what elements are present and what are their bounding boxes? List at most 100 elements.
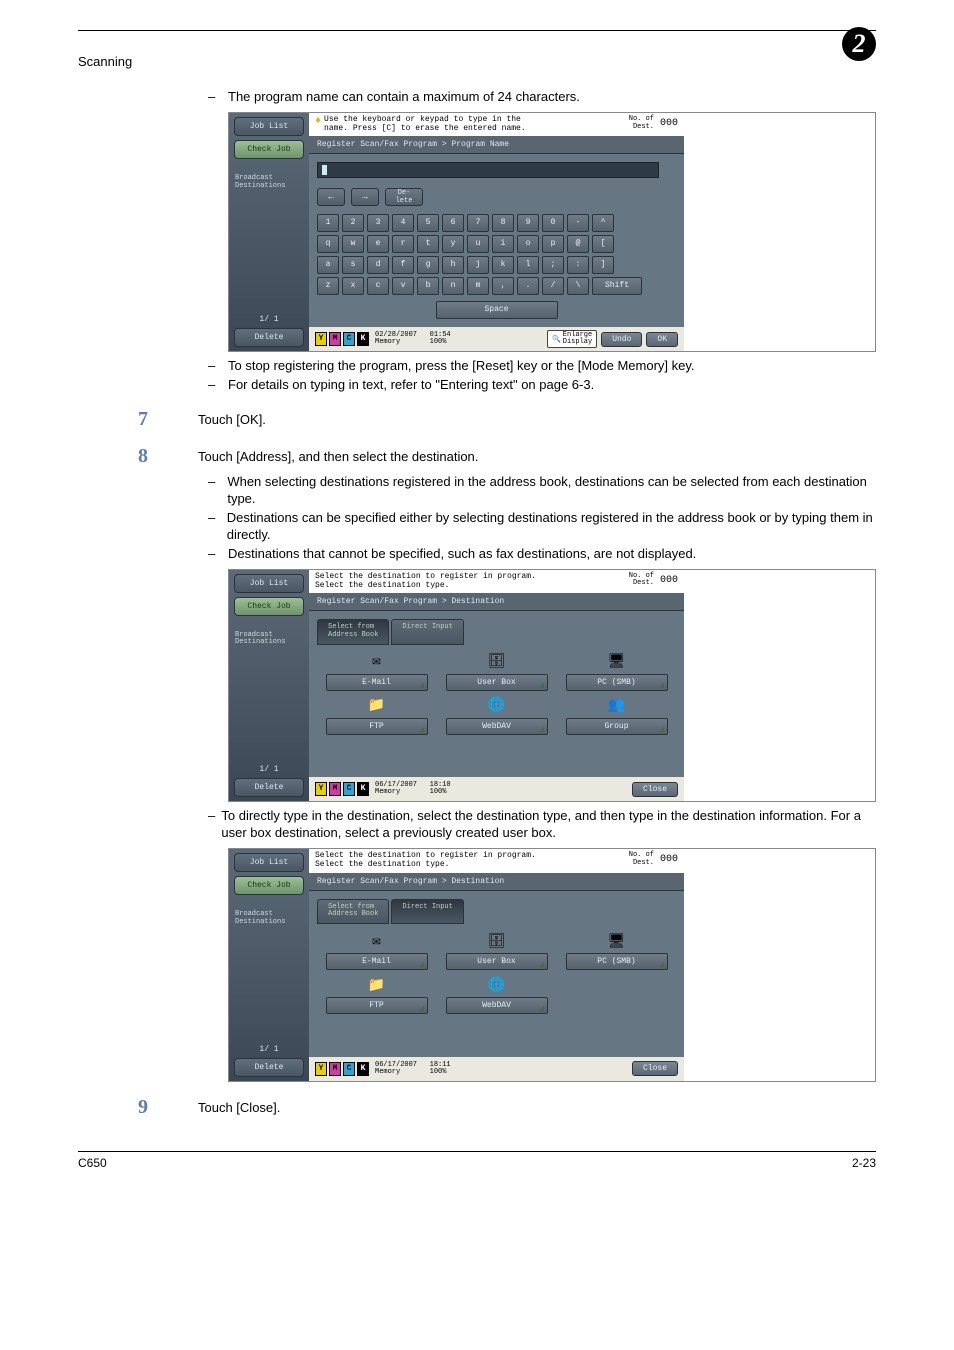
tab-direct-input[interactable]: Direct Input (391, 899, 463, 924)
hint-text: Select the destination to register in pr… (315, 573, 536, 591)
close-button[interactable]: Close (632, 1061, 678, 1076)
key-b[interactable]: b (417, 277, 439, 295)
toner-k-icon: K (357, 332, 369, 346)
key-o[interactable]: o (517, 235, 539, 253)
key-a[interactable]: a (317, 256, 339, 274)
note-item: –To stop registering the program, press … (208, 358, 876, 375)
key-j[interactable]: j (467, 256, 489, 274)
key-,[interactable]: , (492, 277, 514, 295)
key-:[interactable]: : (567, 256, 589, 274)
key-h[interactable]: h (442, 256, 464, 274)
dest-e-mail[interactable]: ✉E-Mail (322, 932, 432, 970)
enlarge-display-button[interactable]: 🔍Enlarge Display (547, 330, 597, 348)
key-3[interactable]: 3 (367, 214, 389, 232)
tab-address-book[interactable]: Select from Address Book (317, 619, 389, 644)
delete-button[interactable]: Delete (234, 778, 304, 797)
key--[interactable]: - (567, 214, 589, 232)
key-y[interactable]: y (442, 235, 464, 253)
key-][interactable]: ] (592, 256, 614, 274)
dest-webdav[interactable]: 🌐WebDAV (442, 697, 552, 735)
dest-icon: 📁 (366, 976, 388, 994)
broadcast-label: Broadcast Destinations (235, 175, 303, 190)
key-k[interactable]: k (492, 256, 514, 274)
key-8[interactable]: 8 (492, 214, 514, 232)
key-x[interactable]: x (342, 277, 364, 295)
name-input[interactable] (317, 162, 659, 178)
key-5[interactable]: 5 (417, 214, 439, 232)
key-2[interactable]: 2 (342, 214, 364, 232)
key-d[interactable]: d (367, 256, 389, 274)
key-g[interactable]: g (417, 256, 439, 274)
check-job-button[interactable]: Check Job (234, 597, 304, 616)
dest-pc-smb-[interactable]: 🖥PC (SMB) (562, 653, 672, 691)
undo-button[interactable]: Undo (601, 332, 642, 347)
check-job-button[interactable]: Check Job (234, 140, 304, 159)
key-\[interactable]: \ (567, 277, 589, 295)
key-@[interactable]: @ (567, 235, 589, 253)
dest-group[interactable]: 👥Group (562, 697, 672, 735)
check-job-button[interactable]: Check Job (234, 876, 304, 895)
key-t[interactable]: t (417, 235, 439, 253)
key-q[interactable]: q (317, 235, 339, 253)
key-u[interactable]: u (467, 235, 489, 253)
dest-ftp[interactable]: 📁FTP (322, 976, 432, 1014)
key-1[interactable]: 1 (317, 214, 339, 232)
key-n[interactable]: n (442, 277, 464, 295)
hint-text: ♦ Use the keyboard or keypad to type in … (315, 116, 526, 134)
ok-button[interactable]: OK (646, 332, 678, 347)
job-list-button[interactable]: Job List (234, 117, 304, 136)
tab-direct-input[interactable]: Direct Input (391, 619, 463, 644)
close-button[interactable]: Close (632, 782, 678, 797)
cursor-right-button[interactable]: → (351, 188, 379, 206)
toner-c-icon: C (343, 332, 355, 346)
key-f[interactable]: f (392, 256, 414, 274)
job-list-button[interactable]: Job List (234, 853, 304, 872)
key-;[interactable]: ; (542, 256, 564, 274)
key-c[interactable]: c (367, 277, 389, 295)
cursor-left-button[interactable]: ← (317, 188, 345, 206)
key-^[interactable]: ^ (592, 214, 614, 232)
key-r[interactable]: r (392, 235, 414, 253)
figure-destination-addressbook: Job List Check Job Broadcast Destination… (228, 569, 876, 803)
intro-note: – The program name can contain a maximum… (208, 89, 876, 106)
breadcrumb: Register Scan/Fax Program > Destination (309, 873, 684, 891)
shift-key[interactable]: Shift (592, 277, 642, 295)
delete-button[interactable]: Delete (234, 1058, 304, 1077)
key-v[interactable]: v (392, 277, 414, 295)
dest-webdav[interactable]: 🌐WebDAV (442, 976, 552, 1014)
delete-char-button[interactable]: De- lete (385, 188, 423, 206)
dest-ftp[interactable]: 📁FTP (322, 697, 432, 735)
key-s[interactable]: s (342, 256, 364, 274)
dest-icon: ✉ (366, 932, 388, 950)
key-i[interactable]: i (492, 235, 514, 253)
key-z[interactable]: z (317, 277, 339, 295)
key-p[interactable]: p (542, 235, 564, 253)
step-9-number: 9 (138, 1096, 198, 1119)
pager: 1/ 1 (259, 765, 278, 774)
key-4[interactable]: 4 (392, 214, 414, 232)
space-key[interactable]: Space (436, 301, 558, 319)
key-9[interactable]: 9 (517, 214, 539, 232)
key-e[interactable]: e (367, 235, 389, 253)
key-7[interactable]: 7 (467, 214, 489, 232)
delete-button[interactable]: Delete (234, 328, 304, 347)
dest-user-box[interactable]: 🗄User Box (442, 932, 552, 970)
key-l[interactable]: l (517, 256, 539, 274)
dest-user-box[interactable]: 🗄User Box (442, 653, 552, 691)
key-.[interactable]: . (517, 277, 539, 295)
dest-icon: ✉ (366, 653, 388, 671)
key-w[interactable]: w (342, 235, 364, 253)
key-m[interactable]: m (467, 277, 489, 295)
dest-pc-smb-[interactable]: 🖥PC (SMB) (562, 932, 672, 970)
bulb-icon: ♦ (315, 116, 321, 134)
broadcast-label: Broadcast Destinations (235, 632, 303, 647)
dest-e-mail[interactable]: ✉E-Mail (322, 653, 432, 691)
key-[[interactable]: [ (592, 235, 614, 253)
key-/[interactable]: / (542, 277, 564, 295)
key-0[interactable]: 0 (542, 214, 564, 232)
dest-label: FTP (326, 718, 428, 735)
tab-address-book[interactable]: Select from Address Book (317, 899, 389, 924)
job-list-button[interactable]: Job List (234, 574, 304, 593)
key-6[interactable]: 6 (442, 214, 464, 232)
dest-icon: 🗄 (486, 653, 508, 671)
